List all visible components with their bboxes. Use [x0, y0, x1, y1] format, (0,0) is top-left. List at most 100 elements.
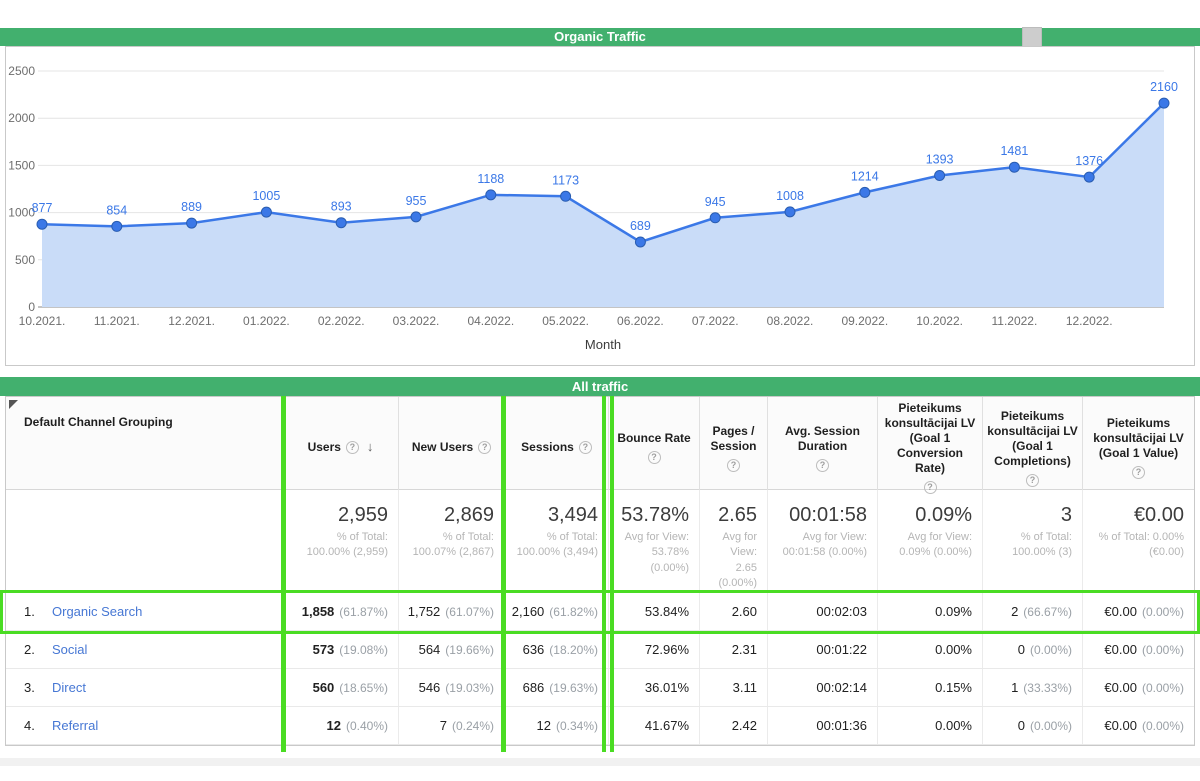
- table-row: 1. Organic Search 1,858 (61.87%) 1,752 (…: [6, 593, 1194, 631]
- conv-rate-cell: 0.09%: [878, 593, 983, 630]
- completions-pct: (0.00%): [1030, 719, 1072, 733]
- help-icon[interactable]: ?: [816, 459, 829, 472]
- summary-completions-note: % of Total: 100.00% (3): [993, 530, 1072, 561]
- avg-duration-cell: 00:02:14: [768, 669, 878, 706]
- goal-value-value: €0.00: [1104, 604, 1137, 619]
- all-traffic-table: Default Channel Grouping Users ? ↓ New U…: [5, 396, 1195, 746]
- svg-text:2160: 2160: [1150, 80, 1178, 94]
- corner-triangle-icon: [9, 400, 18, 409]
- row-index: 2.: [24, 642, 52, 657]
- summary-avg-duration-note: Avg for View: 00:01:58 (0.00%): [778, 530, 867, 561]
- column-header-users[interactable]: Users ? ↓: [283, 397, 399, 498]
- summary-new-users-note: % of Total: 100.07% (2,867): [409, 530, 494, 561]
- column-header-pages-session[interactable]: Pages / Session ?: [700, 397, 768, 498]
- svg-text:893: 893: [331, 200, 352, 214]
- svg-text:1173: 1173: [552, 173, 579, 187]
- table-header-row: Default Channel Grouping Users ? ↓ New U…: [6, 397, 1194, 490]
- avg-session-duration-header-label: Avg. Session Duration: [772, 424, 873, 454]
- completions-cell: 0 (0.00%): [983, 707, 1083, 744]
- column-header-goal1-completions[interactable]: Pieteikums konsultācijai LV (Goal 1 Comp…: [983, 397, 1083, 498]
- all-traffic-title: All traffic: [572, 379, 628, 394]
- pages-session-value: 2.42: [732, 718, 757, 733]
- svg-text:12.2021.: 12.2021.: [168, 314, 215, 328]
- pages-session-cell: 2.60: [700, 593, 768, 630]
- help-icon[interactable]: ?: [727, 459, 740, 472]
- help-icon[interactable]: ?: [346, 441, 359, 454]
- help-icon[interactable]: ?: [1132, 466, 1145, 479]
- organic-traffic-title: Organic Traffic: [554, 29, 646, 44]
- organic-traffic-section-header: Organic Traffic: [0, 28, 1200, 46]
- sessions-cell: 636 (18.20%): [505, 631, 609, 668]
- organic-traffic-chart-panel: 0500100015002000250087785488910058939551…: [5, 46, 1195, 366]
- summary-completions-value: 3: [1061, 504, 1072, 527]
- summary-users-note: % of Total: 100.00% (2,959): [293, 530, 388, 561]
- summary-new-users-cell: 2,869 % of Total: 100.07% (2,867): [399, 490, 505, 592]
- svg-text:09.2022.: 09.2022.: [841, 314, 888, 328]
- column-header-goal1-conversion-rate[interactable]: Pieteikums konsultācijai LV (Goal 1 Conv…: [878, 397, 983, 498]
- svg-text:877: 877: [32, 201, 53, 215]
- svg-text:1376: 1376: [1075, 154, 1103, 168]
- svg-text:854: 854: [106, 203, 127, 217]
- completions-value: 0: [1018, 642, 1025, 657]
- users-header-label: Users: [308, 440, 341, 455]
- help-icon[interactable]: ?: [1026, 474, 1039, 487]
- goal-value-cell: €0.00 (0.00%): [1083, 669, 1194, 706]
- new-users-value: 7: [440, 718, 447, 733]
- goal-value-pct: (0.00%): [1142, 643, 1184, 657]
- svg-text:1188: 1188: [477, 172, 504, 186]
- new-users-header-label: New Users: [412, 440, 473, 455]
- scrollbar-thumb[interactable]: [1022, 27, 1042, 47]
- summary-users-value: 2,959: [338, 504, 388, 527]
- table-summary-row: 2,959 % of Total: 100.00% (2,959) 2,869 …: [6, 490, 1194, 593]
- channel-cell: 3. Direct: [6, 669, 283, 706]
- help-icon[interactable]: ?: [478, 441, 491, 454]
- svg-text:0: 0: [28, 300, 35, 314]
- summary-avg-duration-value: 00:01:58: [789, 504, 867, 527]
- goal1-completions-header-label: Pieteikums konsultācijai LV (Goal 1 Comp…: [987, 409, 1078, 469]
- avg-duration-value: 00:01:36: [816, 718, 867, 733]
- help-icon[interactable]: ?: [648, 451, 661, 464]
- column-header-goal1-value[interactable]: Pieteikums konsultācijai LV (Goal 1 Valu…: [1083, 397, 1194, 498]
- svg-text:02.2022.: 02.2022.: [318, 314, 365, 328]
- conv-rate-value: 0.00%: [935, 718, 972, 733]
- summary-bounce-rate-cell: 53.78% Avg for View: 53.78% (0.00%): [609, 490, 700, 592]
- svg-text:10.2022.: 10.2022.: [916, 314, 963, 328]
- summary-conv-rate-cell: 0.09% Avg for View: 0.09% (0.00%): [878, 490, 983, 592]
- row-index: 3.: [24, 680, 52, 695]
- bounce-rate-cell: 41.67%: [609, 707, 700, 744]
- completions-value: 0: [1018, 718, 1025, 733]
- channel-link[interactable]: Organic Search: [52, 604, 142, 619]
- sessions-cell: 12 (0.34%): [505, 707, 609, 744]
- channel-link[interactable]: Referral: [52, 718, 98, 733]
- summary-sessions-note: % of Total: 100.00% (3,494): [515, 530, 598, 561]
- channel-link[interactable]: Social: [52, 642, 87, 657]
- column-header-bounce-rate[interactable]: Bounce Rate ?: [609, 397, 700, 498]
- column-header-sessions[interactable]: Sessions ?: [505, 397, 609, 498]
- goal-value-cell: €0.00 (0.00%): [1083, 593, 1194, 630]
- completions-pct: (33.33%): [1023, 681, 1072, 695]
- new-users-pct: (61.07%): [445, 605, 494, 619]
- column-header-new-users[interactable]: New Users ?: [399, 397, 505, 498]
- summary-goal-value-cell: €0.00 % of Total: 0.00% (€0.00): [1083, 490, 1194, 592]
- table-row: 3. Direct 560 (18.65%) 546 (19.03%) 686 …: [6, 669, 1194, 707]
- sessions-pct: (19.63%): [549, 681, 598, 695]
- svg-text:1393: 1393: [926, 153, 954, 167]
- channel-link[interactable]: Direct: [52, 680, 86, 695]
- new-users-value: 546: [419, 680, 441, 695]
- conv-rate-value: 0.00%: [935, 642, 972, 657]
- horizontal-scrollbar-track[interactable]: [0, 758, 1200, 766]
- svg-text:Month: Month: [585, 337, 621, 352]
- svg-text:12.2022.: 12.2022.: [1066, 314, 1113, 328]
- help-icon[interactable]: ?: [579, 441, 592, 454]
- column-header-avg-session-duration[interactable]: Avg. Session Duration ?: [768, 397, 878, 498]
- bounce-rate-value: 53.84%: [645, 604, 689, 619]
- svg-text:11.2022.: 11.2022.: [991, 314, 1037, 328]
- goal-value-pct: (0.00%): [1142, 681, 1184, 695]
- summary-sessions-cell: 3,494 % of Total: 100.00% (3,494): [505, 490, 609, 592]
- goal-value-value: €0.00: [1104, 680, 1137, 695]
- column-header-default-channel-grouping[interactable]: Default Channel Grouping: [6, 397, 283, 498]
- summary-conv-rate-note: Avg for View: 0.09% (0.00%): [888, 530, 972, 561]
- channel-cell: 1. Organic Search: [6, 593, 283, 630]
- row-index: 4.: [24, 718, 52, 733]
- pages-session-cell: 2.42: [700, 707, 768, 744]
